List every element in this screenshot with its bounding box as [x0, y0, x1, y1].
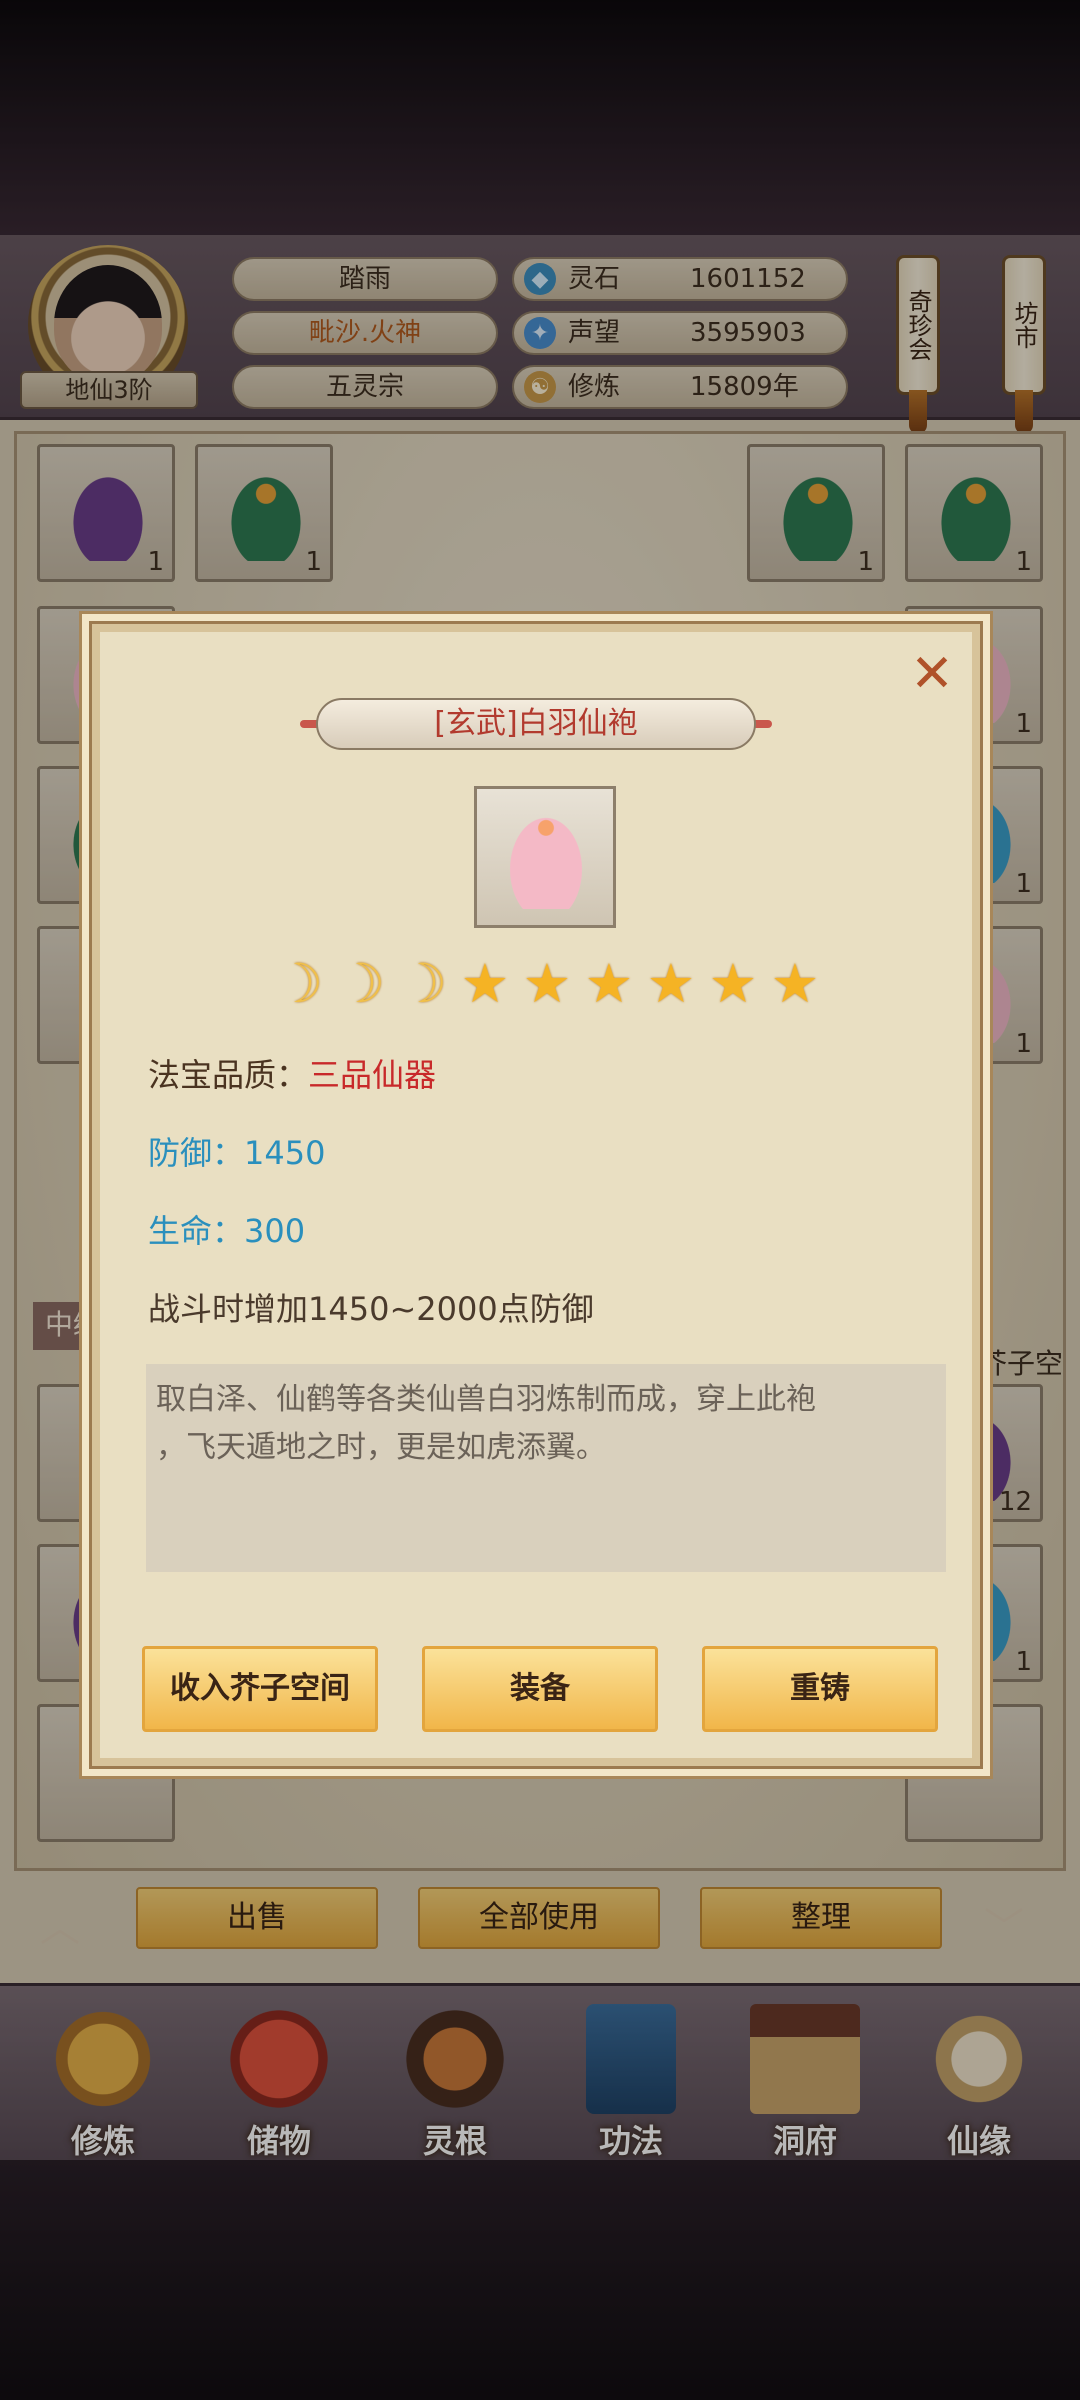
quality-value: 三品仙器: [308, 1056, 437, 1094]
item-detail-dialog: ✕ [玄武]白羽仙袍 ☽ ☽ ☽ ★ ★ ★ ★ ★ ★ 法宝品质：三品仙器 防…: [89, 621, 983, 1769]
moon-icon: ☽: [336, 952, 386, 1015]
moon-icon: ☽: [398, 952, 448, 1015]
equip-button[interactable]: 装备: [422, 1646, 658, 1732]
quality-label: 法宝品质：: [148, 1056, 309, 1094]
moon-icon: ☽: [274, 952, 324, 1015]
reforge-button[interactable]: 重铸: [702, 1646, 938, 1732]
item-title-banner: [玄武]白羽仙袍: [316, 698, 756, 750]
description-line: ，飞天遁地之时，更是如虎添翼。: [156, 1430, 606, 1465]
item-effect: 战斗时增加1450~2000点防御: [148, 1290, 594, 1328]
item-quality: 法宝品质：三品仙器: [148, 1050, 436, 1096]
star-icon: ★: [770, 952, 820, 1015]
star-icon: ★: [522, 952, 572, 1015]
item-rating: ☽ ☽ ☽ ★ ★ ★ ★ ★ ★: [270, 954, 830, 1018]
star-icon: ★: [460, 952, 510, 1015]
white-feather-robe-icon: [501, 805, 591, 909]
star-icon: ★: [708, 952, 758, 1015]
item-icon-frame: [474, 786, 616, 928]
item-description: 取白泽、仙鹤等各类仙兽白羽炼制而成，穿上此袍 ，飞天遁地之时，更是如虎添翼。: [146, 1364, 946, 1572]
description-line: 取白泽、仙鹤等各类仙兽白羽炼制而成，穿上此袍: [156, 1382, 816, 1417]
star-icon: ★: [584, 952, 634, 1015]
stat-life: 生命：300: [148, 1212, 306, 1250]
store-to-space-button[interactable]: 收入芥子空间: [142, 1646, 378, 1732]
star-icon: ★: [646, 952, 696, 1015]
close-icon[interactable]: ✕: [906, 648, 958, 702]
stat-defense: 防御：1450: [148, 1134, 326, 1172]
item-title: [玄武]白羽仙袍: [434, 706, 638, 741]
